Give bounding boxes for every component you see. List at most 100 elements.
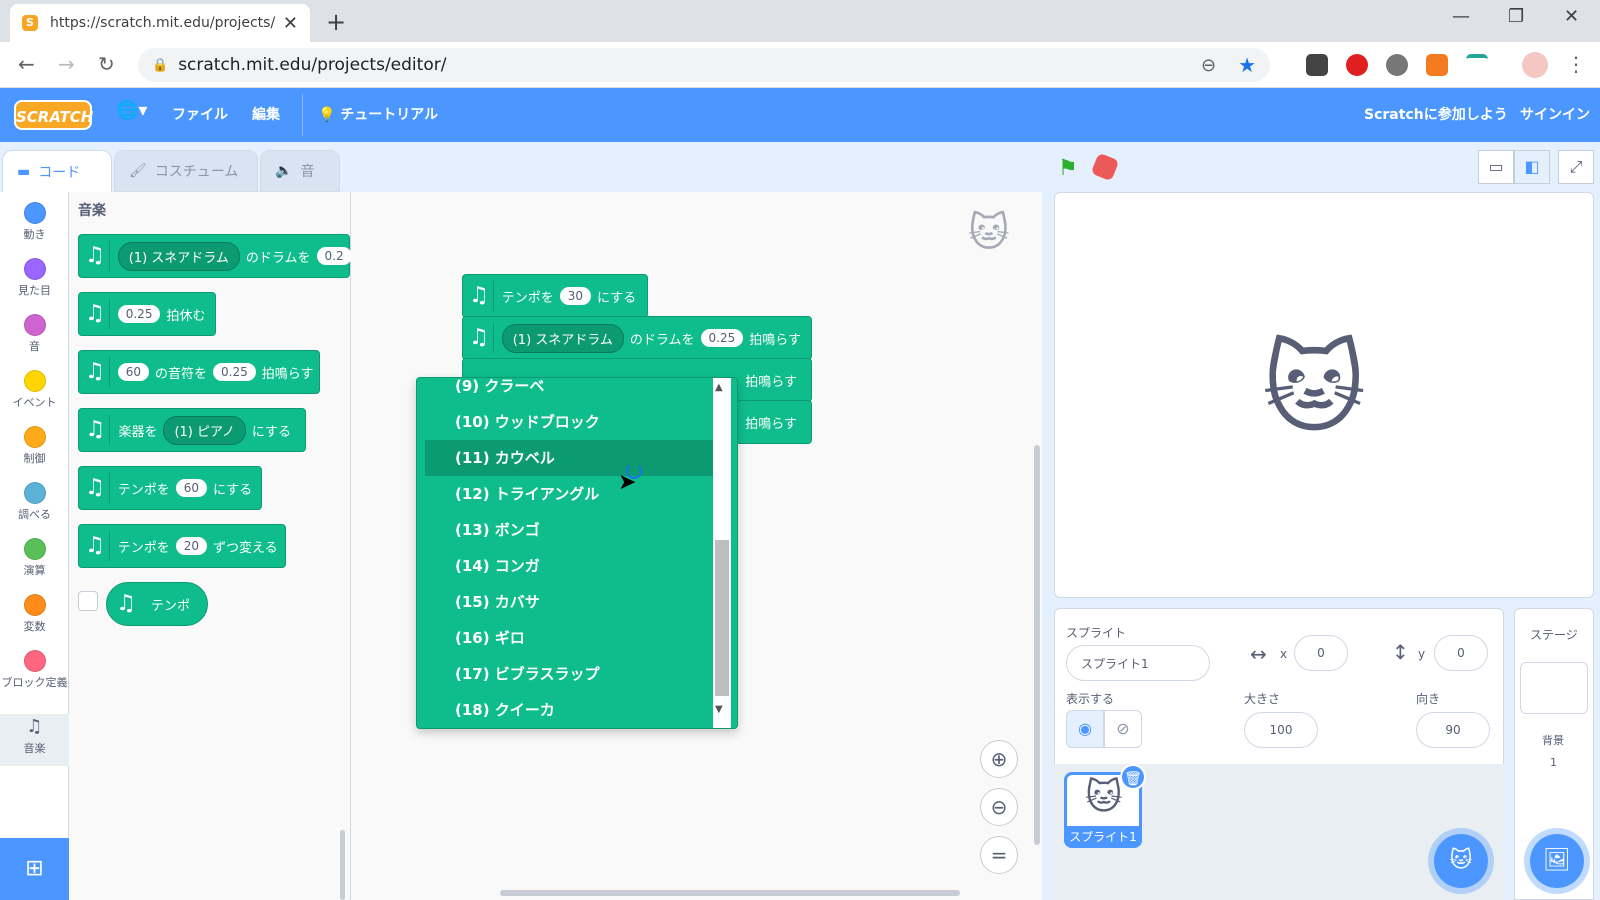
workspace-vertical-scrollbar[interactable] <box>1034 445 1040 845</box>
note-input[interactable]: 60 <box>117 363 150 381</box>
url-text[interactable]: scratch.mit.edu/projects/editor/ <box>178 55 1179 75</box>
dropdown-option[interactable]: (17) ビブラスラップ <box>425 656 713 692</box>
sprite-name-input[interactable]: スプライト1 <box>1066 645 1210 681</box>
instrument-dropdown[interactable]: (1) ピアノ <box>163 415 246 445</box>
back-icon[interactable]: ← <box>18 52 35 76</box>
extension-chart-icon[interactable] <box>1426 54 1448 76</box>
normal-stage-icon[interactable]: ◧ <box>1514 150 1550 184</box>
rest-beats-input[interactable]: 0.25 <box>117 305 161 323</box>
palette-block-set-tempo[interactable]: ♫ テンポを 60 にする <box>78 466 262 510</box>
category-item[interactable]: 変数 <box>0 592 69 646</box>
minimize-icon[interactable]: — <box>1452 6 1470 27</box>
dropdown-option[interactable]: (15) カバサ <box>425 584 713 620</box>
extension-arc-icon[interactable] <box>1466 54 1488 76</box>
language-globe-icon[interactable]: 🌐▾ <box>116 100 147 121</box>
scratch-cat-sprite[interactable]: 🐱 <box>1262 330 1366 447</box>
menu-edit[interactable]: 編集 <box>252 104 280 124</box>
note-beats-input[interactable]: 0.25 <box>213 363 256 381</box>
dropdown-option[interactable]: (10) ウッドブロック <box>425 404 713 440</box>
extension-red-icon[interactable] <box>1346 54 1368 76</box>
dropdown-scrollbar-thumb[interactable] <box>715 540 729 696</box>
forward-icon[interactable]: → <box>58 52 75 76</box>
category-item[interactable]: 調べる <box>0 480 69 534</box>
x-input[interactable]: 0 <box>1294 635 1348 671</box>
tab-costume[interactable]: 🖌 コスチューム <box>114 150 258 192</box>
extension-qr-icon[interactable] <box>1306 54 1328 76</box>
script-block-set-tempo[interactable]: ♫ テンポを 30 にする <box>462 274 648 318</box>
omnibox[interactable]: 🔒 scratch.mit.edu/projects/editor/ ⊖ ★ <box>138 48 1270 82</box>
zoom-in-icon[interactable]: ⊕ <box>980 740 1018 778</box>
bookmark-star-icon[interactable]: ★ <box>1238 53 1256 77</box>
menu-tutorial[interactable]: 💡 チュートリアル <box>318 104 438 124</box>
drum-dropdown-menu[interactable]: (9) クラーベ (10) ウッドブロック (11) カウベル (12) トライアング… <box>416 377 738 729</box>
category-item[interactable]: 動き <box>0 200 69 254</box>
zoom-out-icon[interactable]: ⊖ <box>980 788 1018 826</box>
category-item[interactable]: 制御 <box>0 424 69 478</box>
dropdown-option[interactable]: (13) ボンゴ <box>425 512 713 548</box>
stage-thumbnail[interactable] <box>1520 662 1588 714</box>
category-item[interactable]: イベント <box>0 368 69 422</box>
add-sprite-icon[interactable]: 🐱 <box>1434 834 1488 888</box>
category-item[interactable]: 演算 <box>0 536 69 590</box>
add-backdrop-icon[interactable]: 🖼 <box>1530 834 1584 888</box>
fullscreen-icon[interactable]: ⤢ <box>1558 150 1594 184</box>
restore-icon[interactable]: ❐ <box>1508 6 1524 27</box>
extension-s-icon[interactable] <box>1386 54 1408 76</box>
small-stage-icon[interactable]: ▭ <box>1478 150 1514 184</box>
palette-block-set-instrument[interactable]: ♫ 楽器を (1) ピアノ にする <box>78 408 306 452</box>
palette-block-play-drum[interactable]: ♫ (1) スネアドラム のドラムを 0.2 <box>78 234 352 278</box>
reload-icon[interactable]: ↻ <box>98 52 115 76</box>
dropdown-option[interactable]: (9) クラーベ <box>425 378 713 404</box>
dropdown-option[interactable]: (12) トライアングル <box>425 476 713 512</box>
script-beats-input[interactable]: 0.25 <box>700 329 744 347</box>
browser-tab[interactable]: S https://scratch.mit.edu/projects/e ✕ <box>10 4 310 42</box>
close-tab-icon[interactable]: ✕ <box>283 13 298 34</box>
palette-block-change-tempo[interactable]: ♫ テンポを 20 ずつ変える <box>78 524 286 568</box>
tab-code[interactable]: ▬ コード <box>2 150 112 192</box>
scratch-logo[interactable]: SCRATCH <box>14 100 93 130</box>
tab-sound[interactable]: 🔈 音 <box>260 150 340 192</box>
script-block-play-drum[interactable]: ♫ (1) スネアドラム のドラムを 0.25 拍鳴らす <box>462 316 812 360</box>
join-scratch-link[interactable]: Scratchに参加しよう <box>1364 104 1508 124</box>
palette-block-rest[interactable]: ♫ 0.25 拍休む <box>78 292 216 336</box>
dropdown-option[interactable]: (18) クイーカ <box>425 692 713 728</box>
sprite-thumbnail-icon: 🐱 <box>1085 777 1123 818</box>
tempo-change-input[interactable]: 20 <box>175 537 208 555</box>
palette-block-tempo-reporter[interactable]: ♫ テンポ <box>106 582 208 626</box>
tempo-monitor-checkbox[interactable] <box>78 591 98 611</box>
stop-icon[interactable] <box>1090 152 1120 182</box>
show-eye-icon[interactable]: ◉ <box>1066 710 1104 748</box>
menu-file[interactable]: ファイル <box>172 104 228 124</box>
direction-input[interactable]: 90 <box>1416 712 1490 748</box>
scroll-up-icon[interactable]: ▲ <box>715 382 723 393</box>
green-flag-icon[interactable]: ⚑ <box>1058 156 1078 181</box>
hide-eye-icon[interactable]: ⊘ <box>1104 710 1142 748</box>
script-tempo-input[interactable]: 30 <box>559 287 592 305</box>
add-extension-icon[interactable]: ⊞ <box>0 838 69 900</box>
dropdown-option[interactable]: (14) コンガ <box>425 548 713 584</box>
workspace-horizontal-scrollbar[interactable] <box>500 890 960 896</box>
palette-scrollbar[interactable] <box>340 830 345 900</box>
category-item[interactable]: ♫ 音楽 <box>0 714 69 766</box>
category-item[interactable]: 音 <box>0 312 69 366</box>
palette-block-play-note[interactable]: ♫ 60 の音符を 0.25 拍鳴らす <box>78 350 320 394</box>
y-input[interactable]: 0 <box>1434 635 1488 671</box>
drum-dropdown[interactable]: (1) スネアドラム <box>117 241 240 271</box>
zoom-icon[interactable]: ⊖ <box>1201 55 1216 76</box>
size-input[interactable]: 100 <box>1244 712 1318 748</box>
beats-input[interactable]: 0.2 <box>316 247 352 265</box>
script-drum-dropdown[interactable]: (1) スネアドラム <box>501 323 624 353</box>
sign-in-link[interactable]: サインイン <box>1520 104 1590 124</box>
close-window-icon[interactable]: ✕ <box>1564 6 1579 27</box>
scroll-down-icon[interactable]: ▼ <box>715 704 723 715</box>
browser-menu-icon[interactable]: ⋮ <box>1566 52 1586 76</box>
profile-avatar[interactable] <box>1522 52 1548 78</box>
category-item[interactable]: 見た目 <box>0 256 69 310</box>
zoom-reset-icon[interactable]: = <box>980 836 1018 874</box>
category-item[interactable]: ブロック定義 <box>0 648 69 702</box>
delete-sprite-icon[interactable]: 🗑 <box>1120 764 1146 790</box>
tempo-input[interactable]: 60 <box>175 479 208 497</box>
dropdown-option[interactable]: (11) カウベル <box>425 440 713 476</box>
new-tab-icon[interactable]: + <box>326 8 346 36</box>
dropdown-option[interactable]: (16) ギロ <box>425 620 713 656</box>
